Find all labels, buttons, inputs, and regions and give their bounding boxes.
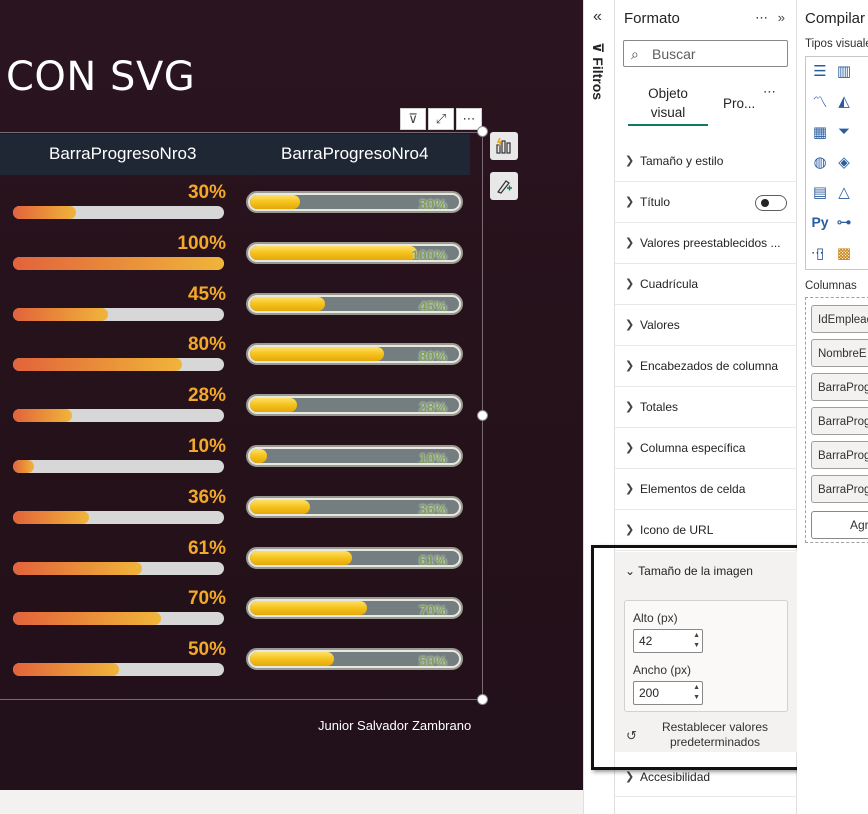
filled-map-icon[interactable]: ◈	[834, 152, 854, 172]
section-label: Columna específica	[640, 441, 746, 455]
chevron-right-icon: ❯	[625, 483, 635, 495]
focus-mode-icon[interactable]: ⤢	[428, 108, 454, 130]
section-grid[interactable]: ❯ Cuadrícula	[615, 264, 797, 305]
chevron-right-icon: ❯	[625, 360, 635, 372]
section-column-headers[interactable]: ❯ Encabezados de columna	[615, 346, 797, 387]
globe-map-icon[interactable]: ◍	[810, 152, 830, 172]
chevron-right-icon: ❯	[625, 196, 635, 208]
field-chip[interactable]: IdEmplead	[811, 305, 868, 333]
more-visuals-icon[interactable]: ⋯	[811, 245, 826, 261]
chevron-right-icon: ❯	[625, 401, 635, 413]
section-values[interactable]: ❯ Valores	[615, 305, 797, 346]
section-label: Cuadrícula	[640, 277, 699, 291]
power-bi-window: CON SVG ⊽ ⤢ ⋯ BarraProgresoNro3 BarraPro…	[0, 0, 868, 814]
field-chip[interactable]: NombreE	[811, 339, 868, 367]
chevron-right-icon: ❯	[625, 237, 635, 249]
custom-visual-icon[interactable]: ▩	[834, 243, 854, 263]
chevron-right-icon: ❯	[625, 155, 635, 167]
funnel-icon[interactable]: ⏷	[834, 122, 854, 142]
section-cell-elements[interactable]: ❯ Elementos de celda	[615, 469, 797, 510]
format-pane-actions-icon[interactable]: ⋯ »	[755, 10, 788, 26]
filter-funnel-icon: ⊽	[590, 42, 606, 58]
tabs-more-icon[interactable]: ⋯	[763, 84, 778, 100]
tab-visual-line1: Objeto	[648, 86, 688, 101]
kpi-icon[interactable]: △	[834, 182, 854, 202]
report-canvas[interactable]: CON SVG ⊽ ⤢ ⋯ BarraProgresoNro3 BarraPro…	[0, 0, 583, 790]
section-label: Accesibilidad	[640, 770, 711, 784]
table-icon[interactable]: ▤	[810, 182, 830, 202]
search-placeholder: Buscar	[652, 46, 696, 62]
canvas-footer	[0, 790, 583, 814]
section-label: Icono de URL	[640, 523, 714, 537]
stacked-bar-icon[interactable]: ☰	[810, 61, 830, 81]
tab-properties[interactable]: Pro...	[723, 96, 755, 111]
column-chart-icon[interactable]: ▥	[834, 61, 854, 81]
section-label: Valores preestablecidos ...	[640, 236, 781, 250]
columns-label: Columnas	[805, 280, 857, 292]
search-icon: ⌕	[631, 46, 639, 62]
toggle-knob	[761, 199, 769, 207]
section-title[interactable]: ❯ Título	[615, 182, 797, 223]
add-field-button[interactable]: Agr	[811, 511, 868, 539]
section-label: Totales	[640, 400, 679, 414]
tab-visual-line2: visual	[650, 105, 686, 120]
section-label: Elementos de celda	[640, 482, 746, 496]
author-credit: Junior Salvador Zambrano	[318, 718, 472, 733]
section-size-style[interactable]: ❯ Tamaño y estilo	[615, 141, 797, 182]
viz-types-label: Tipos visuale	[805, 38, 868, 50]
active-tab-indicator	[628, 124, 708, 126]
section-totals[interactable]: ❯ Totales	[615, 387, 797, 428]
section-label: Valores	[640, 318, 680, 332]
chevron-right-icon: ❯	[625, 442, 635, 454]
filters-text: Filtros	[590, 57, 606, 101]
columns-well: IdEmplead NombreE BarraProg BarraProg Ba…	[805, 297, 868, 543]
line-chart-icon[interactable]: 〽	[810, 91, 830, 111]
chevron-right-icon: ❯	[625, 319, 635, 331]
visualization-gallery: ☰ ▥ 〽 ◭ ▦ ⏷ ◍ ◈ ▤ △ Py ⊶ ▯ ▩	[805, 56, 868, 270]
python-visual-icon[interactable]: Py	[810, 212, 830, 232]
chevron-right-icon: ❯	[625, 524, 635, 536]
tab-visual-object[interactable]: Objeto visual	[628, 84, 708, 122]
format-sections-list: ❯ Tamaño y estilo ❯ Título ❯ Valores preest…	[615, 141, 797, 551]
resize-handle-top-right[interactable]	[477, 126, 488, 137]
chevron-right-icon: ❯	[625, 771, 635, 783]
resize-handle-right[interactable]	[477, 410, 488, 421]
build-visual-icon[interactable]	[490, 132, 518, 160]
section-label: Tamaño y estilo	[640, 154, 724, 168]
visual-selection-frame	[0, 132, 483, 700]
resize-handle-bottom-right[interactable]	[477, 694, 488, 705]
chevron-right-icon: ❯	[625, 278, 635, 290]
section-label: Título	[640, 195, 671, 209]
field-chip[interactable]: BarraProg	[811, 441, 868, 469]
annotation-highlight-box	[591, 545, 812, 770]
field-chip[interactable]: BarraProg	[811, 407, 868, 435]
search-input[interactable]: ⌕ Buscar	[623, 40, 788, 67]
format-pane-title: Formato	[624, 10, 680, 27]
field-chip[interactable]: BarraProg	[811, 475, 868, 503]
report-title: CON SVG	[6, 54, 196, 100]
section-specific-column[interactable]: ❯ Columna específica	[615, 428, 797, 469]
visual-side-tools	[490, 132, 518, 200]
field-chip[interactable]: BarraProg	[811, 373, 868, 401]
visual-header: ⊽ ⤢ ⋯	[400, 108, 482, 130]
section-label: Encabezados de columna	[640, 359, 779, 373]
format-visual-icon[interactable]	[490, 172, 518, 200]
filter-icon[interactable]: ⊽	[400, 108, 426, 130]
build-pane-title: Compilar	[805, 10, 866, 27]
title-toggle[interactable]	[755, 195, 787, 211]
decomposition-tree-icon[interactable]: ⊶	[834, 212, 854, 232]
ribbon-chart-icon[interactable]: ▦	[810, 122, 830, 142]
section-presets[interactable]: ❯ Valores preestablecidos ...	[615, 223, 797, 264]
area-chart-icon[interactable]: ◭	[834, 91, 854, 111]
filters-label: ⊽ Filtros	[590, 42, 606, 100]
build-pane: Compilar Tipos visuale ☰ ▥ 〽 ◭ ▦ ⏷ ◍ ◈ ▤…	[797, 0, 868, 814]
expand-chevron-icon[interactable]: «	[593, 8, 602, 26]
